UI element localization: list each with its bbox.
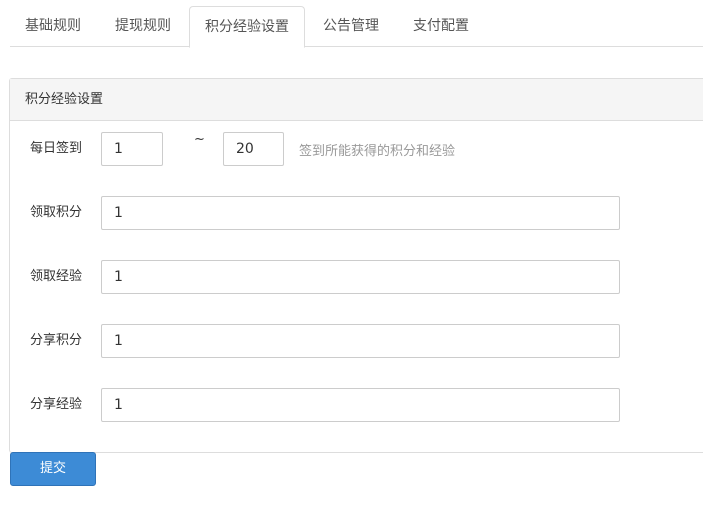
range-separator: ~	[194, 132, 205, 147]
tab-points-experience[interactable]: 积分经验设置	[189, 6, 305, 48]
daily-signin-label: 每日签到	[30, 141, 83, 156]
share-points-input[interactable]: 1	[101, 324, 620, 358]
tab-announcement[interactable]: 公告管理	[309, 6, 393, 47]
share-points-label: 分享积分	[30, 333, 83, 348]
tab-basic-rules[interactable]: 基础规则	[10, 6, 96, 47]
form-row: 分享积分 1	[10, 324, 703, 358]
form-row: 领取积分 1	[10, 196, 703, 230]
share-experience-input[interactable]: 1	[101, 388, 620, 422]
share-experience-label: 分享经验	[30, 397, 83, 412]
form-row: 领取经验 1	[10, 260, 703, 294]
form-row: 分享经验 1	[10, 388, 703, 422]
daily-signin-min-input[interactable]: 1	[101, 132, 163, 166]
settings-panel: 积分经验设置 每日签到 1 ~ 20 签到所能获得的积分和经验 领取积分 1 领…	[9, 78, 703, 453]
receive-experience-input[interactable]: 1	[101, 260, 620, 294]
submit-button[interactable]: 提交	[10, 452, 96, 486]
panel-title: 积分经验设置	[10, 79, 703, 121]
receive-points-label: 领取积分	[30, 205, 83, 220]
receive-experience-label: 领取经验	[30, 269, 83, 284]
tab-payment-config[interactable]: 支付配置	[399, 6, 483, 47]
daily-signin-max-input[interactable]: 20	[223, 132, 284, 166]
tab-bar: 基础规则 提现规则 积分经验设置 公告管理 支付配置	[10, 0, 703, 48]
receive-points-input[interactable]: 1	[101, 196, 620, 230]
tab-withdraw-rules[interactable]: 提现规则	[101, 6, 185, 47]
daily-signin-help: 签到所能获得的积分和经验	[299, 144, 456, 159]
daily-signin-row: 每日签到 1 ~ 20 签到所能获得的积分和经验	[10, 132, 703, 166]
